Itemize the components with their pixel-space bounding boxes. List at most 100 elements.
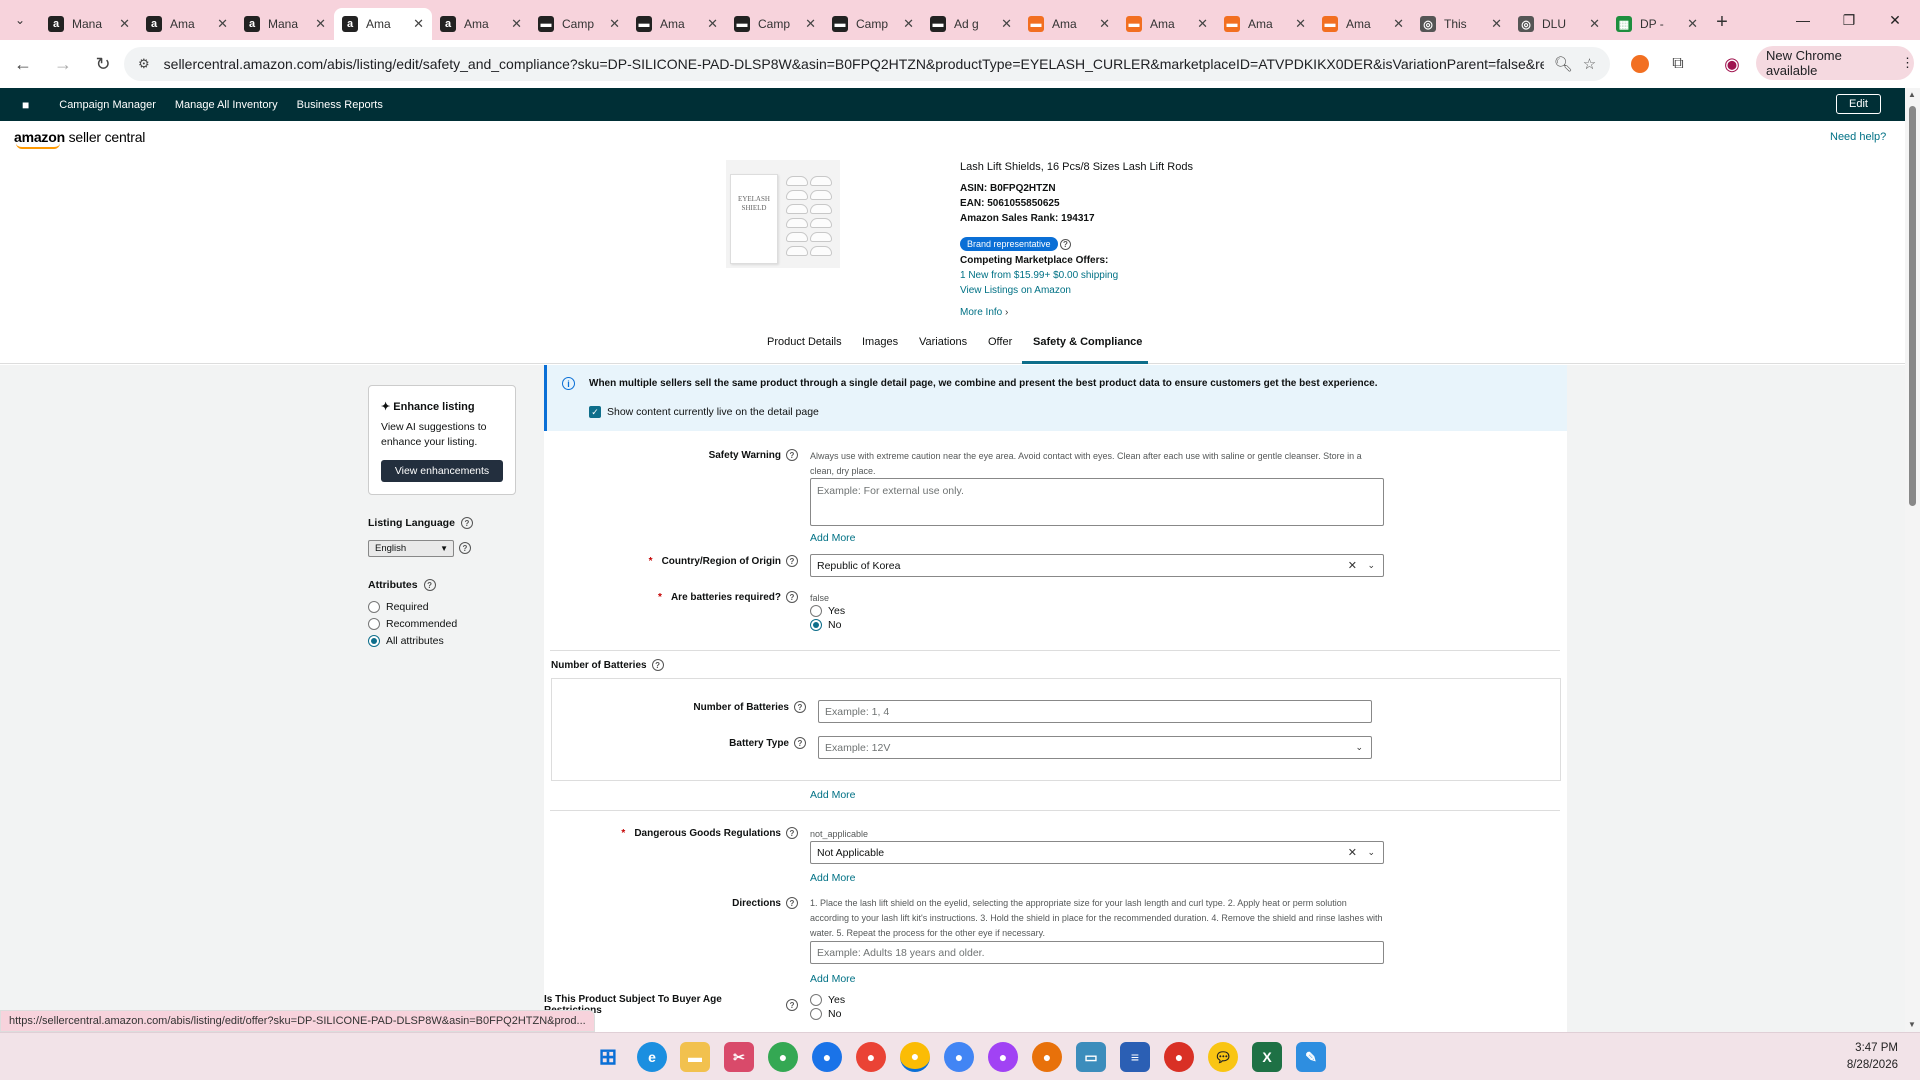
age-restriction-no-option[interactable]: No [810,1008,841,1020]
radio-batteries-yes[interactable] [810,605,822,617]
radio-age-yes[interactable] [810,994,822,1006]
close-tab-icon[interactable]: ✕ [1687,16,1698,32]
browser-tab[interactable]: ▬ Ama ✕ [1314,8,1412,40]
browser-tab[interactable]: a Mana ✕ [236,8,334,40]
browser-tab[interactable]: a Ama ✕ [432,8,530,40]
edit-nav-button[interactable]: Edit [1836,94,1881,114]
help-icon[interactable]: ? [651,659,664,671]
system-clock[interactable]: 3:47 PM 8/28/2026 [1847,1040,1898,1074]
view-enhancements-button[interactable]: View enhancements [381,460,503,482]
tab-variations[interactable]: Variations [919,336,967,348]
windows-start-icon[interactable]: ⊞ [593,1042,623,1072]
age-restriction-yes-option[interactable]: Yes [810,994,845,1006]
browser-tab[interactable]: ▬ Camp ✕ [530,8,628,40]
chrome-profile-icon[interactable]: ● [812,1042,842,1072]
close-tab-icon[interactable]: ✕ [1099,16,1110,32]
chrome-active-icon[interactable]: ● [900,1042,930,1072]
site-info-icon[interactable]: ⚙ [138,56,150,72]
chrome-profile-icon[interactable]: ● [1164,1042,1194,1072]
radio-recommended[interactable] [368,618,380,630]
profile-icon[interactable]: ◉ [1716,40,1748,88]
dangerous-goods-add-more[interactable]: Add More [810,872,856,884]
battery-type-select[interactable]: Example: 12V ⌄ [818,736,1372,759]
chat-icon[interactable]: 💬︎ [1208,1042,1238,1072]
safety-warning-textarea[interactable]: Example: For external use only. [810,478,1384,526]
close-window-icon[interactable]: ✕ [1872,0,1918,40]
new-tab-icon[interactable]: + [1706,6,1738,38]
browser-tab[interactable]: ▬ Ad g ✕ [922,8,1020,40]
back-icon[interactable]: ← [6,47,40,81]
tab-safety-compliance[interactable]: Safety & Compliance [1033,336,1142,348]
file-explorer-icon[interactable]: ▬ [680,1042,710,1072]
help-icon[interactable]: ? [1060,239,1071,250]
attributes-all-option[interactable]: All attributes [368,635,444,647]
close-tab-icon[interactable]: ✕ [413,16,424,32]
batteries-yes-option[interactable]: Yes [810,605,845,617]
close-tab-icon[interactable]: ✕ [217,16,228,32]
directions-add-more[interactable]: Add More [810,973,856,985]
browser-tab[interactable]: ▬ Ama ✕ [1020,8,1118,40]
clear-icon[interactable]: ✕ [1348,846,1357,859]
browser-tab[interactable]: ◎ DLU ✕ [1510,8,1608,40]
help-icon[interactable]: ? [786,897,798,909]
chrome-profile-icon[interactable]: ● [768,1042,798,1072]
chrome-profile-icon[interactable]: ● [988,1042,1018,1072]
clear-icon[interactable]: ✕ [1348,559,1357,572]
close-tab-icon[interactable]: ✕ [511,16,522,32]
safety-warning-add-more[interactable]: Add More [810,532,856,544]
country-origin-select[interactable]: Republic of Korea ✕ ⌄ [810,554,1384,577]
close-tab-icon[interactable]: ✕ [1295,16,1306,32]
radio-all-attributes[interactable] [368,635,380,647]
help-icon[interactable]: ? [786,591,798,603]
restore-icon[interactable]: ❐ [1826,0,1872,40]
close-tab-icon[interactable]: ✕ [1393,16,1404,32]
help-icon[interactable]: ? [794,737,806,749]
help-icon[interactable]: ? [786,827,798,839]
tab-product-details[interactable]: Product Details [767,336,842,348]
nav-manage-inventory[interactable]: Manage All Inventory [175,99,278,111]
radio-batteries-no[interactable] [810,619,822,631]
batteries-add-more[interactable]: Add More [810,789,856,801]
chrome-profile-icon[interactable]: ● [944,1042,974,1072]
close-tab-icon[interactable]: ✕ [805,16,816,32]
scroll-up-icon[interactable]: ▲ [1908,90,1916,99]
browser-tab[interactable]: ▦ DP - ✕ [1608,8,1706,40]
help-icon[interactable]: ? [423,579,436,591]
attributes-required-option[interactable]: Required [368,601,429,613]
notepad-icon[interactable]: ≡ [1120,1042,1150,1072]
browser-tab[interactable]: ▬ Camp ✕ [726,8,824,40]
new-chrome-available-button[interactable]: New Chrome available ⋮ [1756,46,1914,80]
page-scrollbar[interactable]: ▲ ▼ [1905,88,1920,1032]
tab-images[interactable]: Images [862,336,898,348]
radio-required[interactable] [368,601,380,613]
minimize-icon[interactable]: — [1780,0,1826,40]
bookmark-star-icon[interactable]: ☆ [1583,55,1596,73]
close-tab-icon[interactable]: ✕ [609,16,620,32]
excel-icon[interactable]: X [1252,1042,1282,1072]
browser-tab[interactable]: ▬ Ama ✕ [1118,8,1216,40]
scroll-down-icon[interactable]: ▼ [1908,1020,1916,1029]
close-tab-icon[interactable]: ✕ [315,16,326,32]
radio-age-no[interactable] [810,1008,822,1020]
zoom-icon[interactable]: 🔍︎ [1554,55,1573,73]
close-tab-icon[interactable]: ✕ [119,16,130,32]
close-tab-icon[interactable]: ✕ [707,16,718,32]
extension-icon[interactable] [1626,40,1654,88]
dangerous-goods-select[interactable]: Not Applicable ✕ ⌄ [810,841,1384,864]
close-tab-icon[interactable]: ✕ [1001,16,1012,32]
need-help-link[interactable]: Need help? [1830,131,1886,143]
browser-tab[interactable]: a Ama ✕ [138,8,236,40]
nav-campaign-manager[interactable]: Campaign Manager [59,99,156,111]
help-icon[interactable]: ? [786,449,798,461]
browser-tab[interactable]: a Mana ✕ [40,8,138,40]
help-icon[interactable]: ? [459,542,471,554]
help-icon[interactable]: ? [794,701,806,713]
attributes-recommended-option[interactable]: Recommended [368,618,457,630]
browser-tab[interactable]: ▬ Camp ✕ [824,8,922,40]
show-live-content-checkbox[interactable]: ✓ [589,406,601,418]
reload-icon[interactable]: ↻ [86,47,120,81]
chrome-profile-icon[interactable]: ● [856,1042,886,1072]
extensions-puzzle-icon[interactable]: ⧉ [1662,40,1694,88]
number-of-batteries-input[interactable]: Example: 1, 4 [818,700,1372,723]
help-icon[interactable]: ? [460,517,473,529]
